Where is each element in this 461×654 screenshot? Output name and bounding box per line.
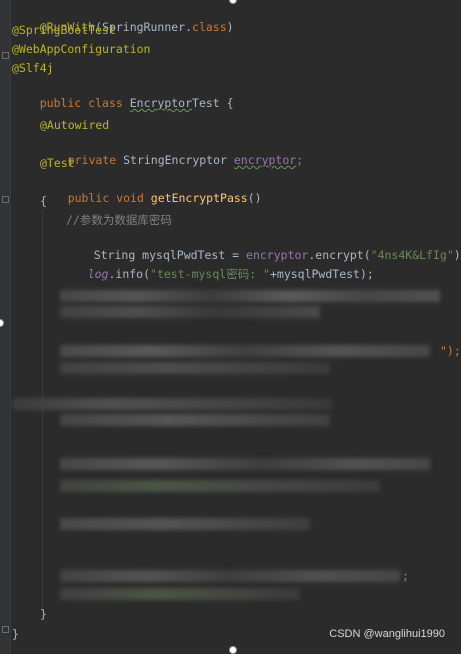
code-token: ); <box>453 248 461 262</box>
redacted-block <box>60 306 320 318</box>
code-line-field: private StringEncryptor encryptor; <box>40 136 303 167</box>
fold-marker-icon[interactable] <box>2 52 9 59</box>
code-line-test-annotation: @Test <box>40 156 75 170</box>
code-editor[interactable]: @RunWith(SpringRunner.class) @SpringBoot… <box>0 0 461 654</box>
code-token: .info( <box>108 267 151 281</box>
code-line-encrypt: String mysqlPwdTest = encryptor.encrypt(… <box>66 231 461 262</box>
redacted-block <box>60 414 330 426</box>
code-token: () <box>247 191 262 205</box>
code-line-springboottest: @SpringBootTest <box>12 23 116 37</box>
code-line-log: log.info("test-mysql密码: "+mysqlPwdTest); <box>60 250 374 281</box>
redacted-block <box>60 345 430 357</box>
class-name-token: Test <box>192 96 220 110</box>
redacted-block <box>60 290 440 302</box>
code-line-slf4j: @Slf4j <box>12 61 54 75</box>
code-line-close-class: } <box>12 627 19 641</box>
watermark: CSDN @wanglihui1990 <box>329 628 445 640</box>
type-token: StringEncryptor <box>123 153 234 167</box>
code-fragment: ; <box>402 569 409 583</box>
keyword-token: class <box>192 20 227 34</box>
class-name-token: Encryptor <box>129 96 193 110</box>
code-token: ; <box>296 153 304 167</box>
code-line-class-declaration: public class EncryptorTest { <box>12 79 234 110</box>
editor-gutter <box>0 0 11 654</box>
log-token: log <box>87 267 109 281</box>
keyword-token: public void <box>67 191 151 205</box>
string-token: "4ns4K&LfIg" <box>370 248 454 262</box>
redacted-block <box>60 480 380 492</box>
code-line-close-method: } <box>40 607 47 621</box>
redacted-block <box>60 518 310 530</box>
code-line-comment: //参数为数据库密码 <box>66 213 172 227</box>
code-token: ) <box>226 20 234 34</box>
code-token: { <box>219 96 234 110</box>
code-token: +mysqlPwdTest); <box>269 267 374 281</box>
code-line-runwith: @RunWith(SpringRunner.class) <box>12 3 234 34</box>
redacted-block <box>60 588 300 600</box>
code-line-method-declaration: public void getEncryptPass() <box>40 174 262 205</box>
fold-marker-icon[interactable] <box>2 626 9 633</box>
redacted-block <box>60 570 400 582</box>
code-line-autowired: @Autowired <box>40 118 110 132</box>
string-token: "test-mysql密码: " <box>150 267 270 281</box>
code-line-webappconfiguration: @WebAppConfiguration <box>12 42 151 56</box>
code-fragment: "); <box>440 344 461 358</box>
redacted-block <box>60 458 430 470</box>
redacted-block <box>60 362 330 374</box>
field-token: encryptor <box>233 153 297 167</box>
code-line-open-brace: { <box>40 194 47 208</box>
resize-handle-bottom[interactable] <box>229 646 237 654</box>
keyword-token: public class <box>39 96 130 110</box>
keyword-token: private <box>67 153 124 167</box>
redacted-block <box>12 398 332 410</box>
fold-marker-icon[interactable] <box>2 196 9 203</box>
method-name-token: getEncryptPass <box>150 191 248 205</box>
